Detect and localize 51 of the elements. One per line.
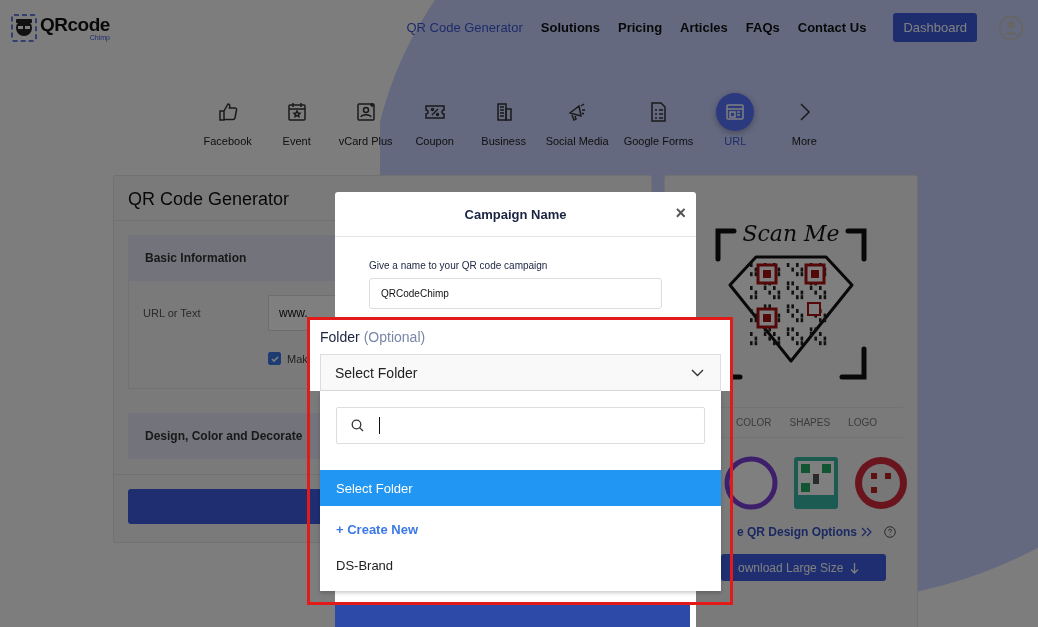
qr-type-tab[interactable]: Social Media <box>545 93 609 147</box>
double-chevron-icon <box>861 527 872 537</box>
qr-type-tab[interactable]: Event <box>269 93 324 147</box>
monkey-logo-icon <box>11 13 37 42</box>
qr-type-tab[interactable]: Business <box>476 93 531 147</box>
calendar-icon <box>285 101 308 123</box>
text-cursor <box>379 417 380 434</box>
nav-link[interactable]: Pricing <box>618 20 663 35</box>
search-field[interactable] <box>336 407 705 444</box>
nav-link[interactable]: FAQs <box>745 20 780 35</box>
contact-card-icon <box>354 101 377 123</box>
help-icon[interactable] <box>884 526 896 538</box>
qr-design-thumbnail-drawing[interactable] <box>853 455 909 511</box>
close-button[interactable]: × <box>675 204 686 222</box>
qr-type-tab[interactable]: Google Forms <box>623 93 694 147</box>
dialog-title: Campaign Name <box>464 206 567 222</box>
qr-design-thumbnail-drawing[interactable] <box>793 456 839 510</box>
field-label: Give a name to your QR code campaign <box>369 260 549 271</box>
dropdown-option[interactable]: Select Folder <box>320 470 721 506</box>
checkmark-icon <box>269 353 280 364</box>
field-label: Folder <box>320 329 360 345</box>
optional-hint: (Optional) <box>363 329 426 345</box>
campaign-name-field[interactable]: QRCodeChimp <box>369 278 662 309</box>
down-arrow-icon <box>850 561 860 574</box>
dropdown-option[interactable]: DS-Brand <box>320 552 721 578</box>
qr-type-tab[interactable]: vCard Plus <box>338 93 393 147</box>
design-tab[interactable]: COLOR <box>735 417 772 428</box>
qr-design-thumbnail-drawing[interactable] <box>723 455 779 511</box>
qr-type-tab[interactable]: Coupon <box>407 93 462 147</box>
checkbox-label: Mak <box>287 352 308 365</box>
qr-type-tab[interactable]: Facebook <box>200 93 255 147</box>
qr-type-tab[interactable]: More <box>777 93 832 147</box>
nav-link[interactable]: Articles <box>680 20 728 35</box>
nav-link[interactable]: QR Code Generator <box>406 20 523 35</box>
browser-window-icon <box>724 101 747 123</box>
folder-select[interactable]: Select Folder <box>320 354 721 391</box>
search-icon <box>351 419 364 432</box>
dashboard-button[interactable]: Dashboard <box>893 13 977 42</box>
logo-text: QRcode <box>40 14 110 34</box>
chevron-down-icon <box>691 368 704 377</box>
design-tab[interactable]: SHAPES <box>789 417 831 428</box>
thumbs-up-icon <box>216 101 239 123</box>
more-design-options-link[interactable]: e QR Design Options <box>737 525 857 539</box>
nav-link[interactable]: Solutions <box>540 20 600 35</box>
design-tab[interactable]: LOGO <box>848 417 877 428</box>
qr-type-tab[interactable]: URL <box>708 93 763 147</box>
dropdown-option[interactable]: + Create New <box>320 516 721 542</box>
field-label: URL or Text <box>143 307 202 319</box>
nav-link[interactable]: Contact Us <box>797 20 867 35</box>
checkbox[interactable] <box>268 352 281 365</box>
download-button[interactable]: ownload Large Size <box>721 554 886 581</box>
